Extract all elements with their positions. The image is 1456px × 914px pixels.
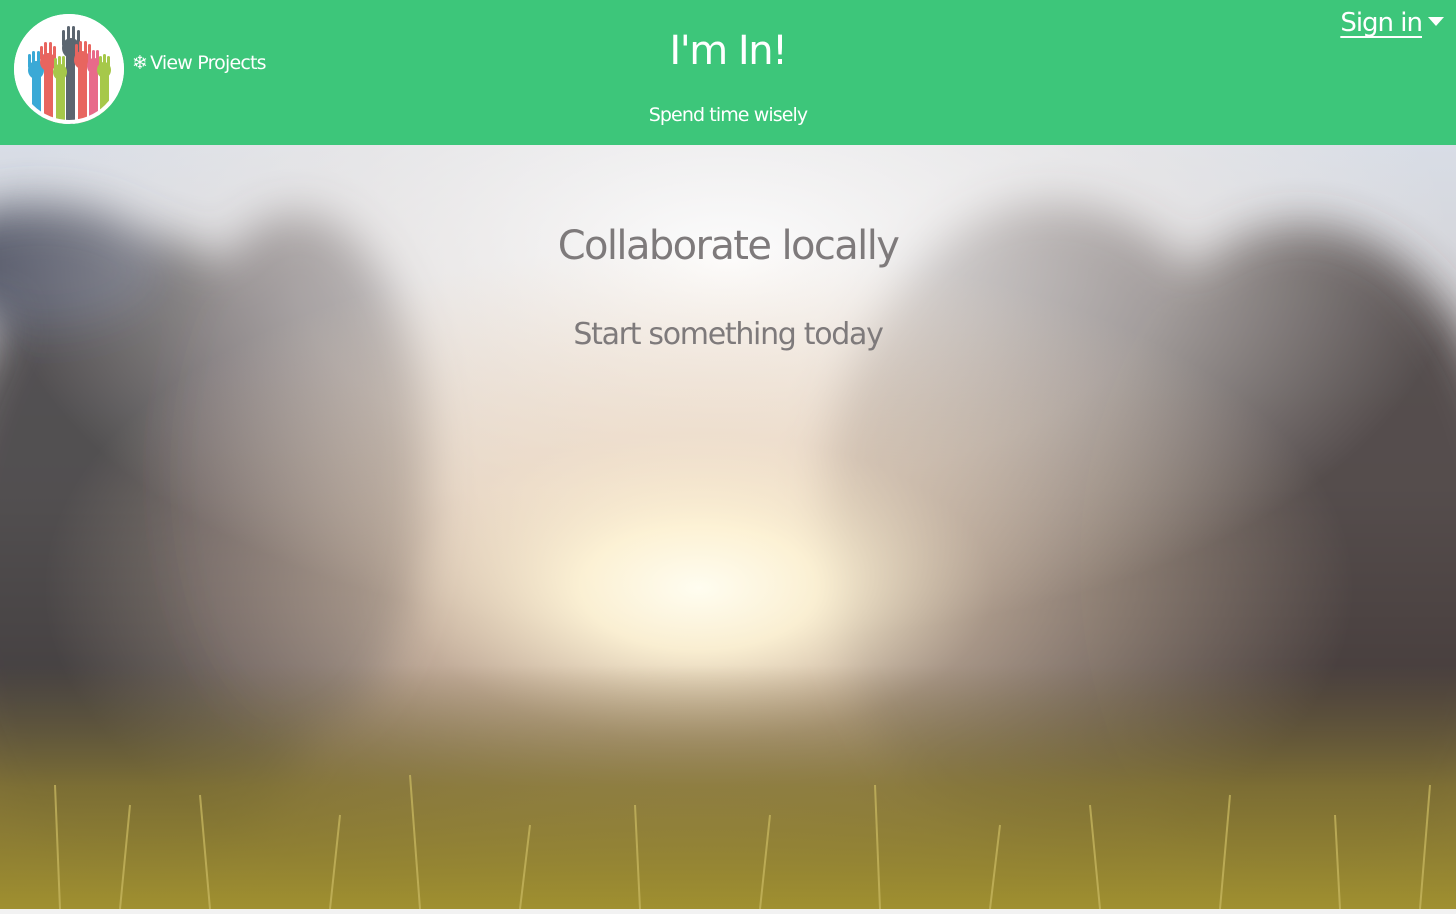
site-title: I'm In! [669, 28, 788, 74]
sign-in-label: Sign in [1340, 8, 1423, 38]
page-bottom-edge [0, 909, 1456, 914]
site-tagline: Spend time wisely [648, 104, 808, 126]
hero-title: Collaborate locally [557, 223, 900, 269]
top-header: ❄ View Projects I'm In! Spend time wisely… [0, 0, 1456, 145]
sign-in-dropdown[interactable]: Sign in [1340, 8, 1444, 38]
caret-down-icon [1428, 17, 1444, 26]
hero-subtitle: Start something today [573, 317, 884, 352]
hero-section: Collaborate locally Start something toda… [0, 145, 1456, 909]
page: ❄ View Projects I'm In! Spend time wisely… [0, 0, 1456, 914]
